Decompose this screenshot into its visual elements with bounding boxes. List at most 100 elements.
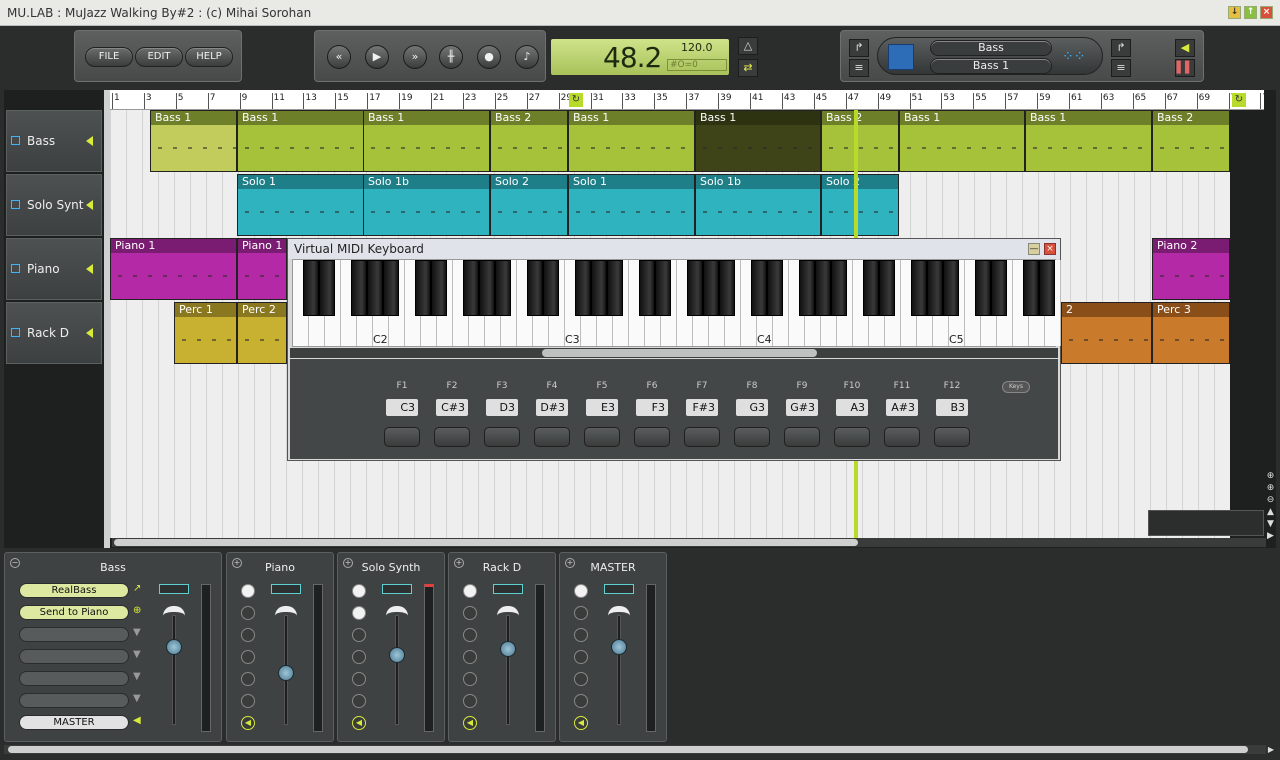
send-toggle[interactable] bbox=[463, 606, 477, 620]
file-button[interactable]: FILE bbox=[85, 47, 133, 67]
send-toggle[interactable] bbox=[463, 584, 477, 598]
note-trigger-button[interactable] bbox=[434, 427, 470, 447]
black-key[interactable] bbox=[463, 260, 479, 316]
clip-bass[interactable]: Bass 1 bbox=[1025, 110, 1152, 172]
track-header-bass[interactable]: Bass bbox=[6, 110, 102, 172]
black-key[interactable] bbox=[655, 260, 671, 316]
pan-indicator[interactable] bbox=[271, 584, 301, 594]
expand-icon[interactable]: + bbox=[454, 558, 464, 568]
clip-bass[interactable]: Bass 1 bbox=[150, 110, 237, 172]
volume-fader-handle[interactable] bbox=[611, 639, 627, 655]
volume-fader-handle[interactable] bbox=[500, 641, 516, 657]
fast-forward-icon[interactable]: » bbox=[403, 45, 427, 69]
clip-piano[interactable]: Piano 1 bbox=[237, 238, 287, 300]
insert-slot[interactable] bbox=[19, 627, 129, 642]
redo-right-icon[interactable]: ↱ bbox=[1111, 39, 1131, 57]
dots-icon[interactable]: ⁘⁘ bbox=[1062, 46, 1094, 68]
note-trigger-button[interactable] bbox=[834, 427, 870, 447]
scroll-thumb[interactable] bbox=[8, 746, 1248, 753]
note-trigger-button[interactable] bbox=[934, 427, 970, 447]
send-toggle[interactable] bbox=[574, 584, 588, 598]
note-field[interactable]: E3 bbox=[586, 399, 618, 416]
dropdown-icon[interactable]: ▼ bbox=[133, 649, 145, 663]
clip-perc[interactable]: Perc 3 bbox=[1152, 302, 1230, 364]
note-field[interactable]: D3 bbox=[486, 399, 518, 416]
note-field[interactable]: G#3 bbox=[786, 399, 818, 416]
insert-slot[interactable] bbox=[19, 693, 129, 708]
volume-fader-handle[interactable] bbox=[166, 639, 182, 655]
black-key[interactable] bbox=[431, 260, 447, 316]
send-toggle[interactable] bbox=[574, 694, 588, 708]
edit-button[interactable]: EDIT bbox=[135, 47, 183, 67]
note-field[interactable]: F#3 bbox=[686, 399, 718, 416]
insert-slot[interactable] bbox=[19, 649, 129, 664]
speaker-icon[interactable]: ◀ bbox=[463, 716, 477, 730]
speaker-icon[interactable] bbox=[86, 264, 93, 274]
expand-icon[interactable]: − bbox=[10, 558, 20, 568]
note-trigger-button[interactable] bbox=[884, 427, 920, 447]
black-key[interactable] bbox=[415, 260, 431, 316]
color-bars-icon[interactable]: ▌▌ bbox=[1175, 59, 1195, 77]
vmk-close-icon[interactable]: × bbox=[1044, 243, 1056, 255]
black-key[interactable] bbox=[607, 260, 623, 316]
volume-fader-track[interactable] bbox=[506, 615, 510, 725]
loop-icon[interactable]: ⇄ bbox=[738, 59, 758, 77]
clip-perc[interactable]: Perc 2 bbox=[237, 302, 287, 364]
black-key[interactable] bbox=[367, 260, 383, 316]
list-right-icon[interactable]: ≡ bbox=[1111, 59, 1131, 77]
black-key[interactable] bbox=[479, 260, 495, 316]
send-toggle[interactable] bbox=[241, 694, 255, 708]
black-key[interactable] bbox=[991, 260, 1007, 316]
arrange-hscroll[interactable] bbox=[112, 538, 1266, 547]
black-key[interactable] bbox=[639, 260, 655, 316]
black-key[interactable] bbox=[383, 260, 399, 316]
clip-piano[interactable]: Piano 2 bbox=[1152, 238, 1230, 300]
track-name-field[interactable]: Bass bbox=[930, 40, 1052, 56]
send-toggle[interactable] bbox=[241, 584, 255, 598]
speaker-icon[interactable] bbox=[86, 200, 93, 210]
clip-solo[interactable]: Solo 2 bbox=[490, 174, 568, 236]
track-header-rack[interactable]: Rack D bbox=[6, 302, 102, 364]
record-icon[interactable]: ● bbox=[477, 45, 501, 69]
note-trigger-button[interactable] bbox=[734, 427, 770, 447]
scroll-right-icon[interactable]: ▶ bbox=[1266, 745, 1276, 755]
send-toggle[interactable] bbox=[352, 606, 366, 620]
send-toggle[interactable] bbox=[241, 672, 255, 686]
volume-fader-handle[interactable] bbox=[389, 647, 405, 663]
track-header-piano[interactable]: Piano bbox=[6, 238, 102, 300]
piano-keys[interactable]: C2 C3 C4 C5 bbox=[292, 259, 1061, 347]
vmk-title-bar[interactable]: Virtual MIDI Keyboard — × bbox=[288, 239, 1060, 259]
clip-bass[interactable]: Bass 2 bbox=[490, 110, 568, 172]
note-trigger-button[interactable] bbox=[584, 427, 620, 447]
clip-piano[interactable]: Piano 1 bbox=[110, 238, 237, 300]
clip-perc[interactable]: Perc 1 bbox=[174, 302, 237, 364]
help-button[interactable]: HELP bbox=[185, 47, 233, 67]
black-key[interactable] bbox=[831, 260, 847, 316]
clip-bass[interactable]: Bass 1 bbox=[695, 110, 821, 172]
instrument-icon[interactable] bbox=[11, 328, 20, 337]
scroll-thumb[interactable] bbox=[542, 349, 817, 357]
note-icon[interactable]: ♪ bbox=[515, 45, 539, 69]
pan-indicator[interactable] bbox=[382, 584, 412, 594]
clip-bass[interactable]: Bass 1 bbox=[899, 110, 1025, 172]
loop-end-icon[interactable]: ↻ bbox=[1232, 93, 1246, 107]
black-key[interactable] bbox=[863, 260, 879, 316]
black-key[interactable] bbox=[927, 260, 943, 316]
dropdown-icon[interactable]: ▼ bbox=[133, 693, 145, 707]
send-toggle[interactable] bbox=[463, 650, 477, 664]
clip-bass[interactable]: Bass 1 bbox=[363, 110, 490, 172]
black-key[interactable] bbox=[319, 260, 335, 316]
note-field[interactable]: A#3 bbox=[886, 399, 918, 416]
black-key[interactable] bbox=[943, 260, 959, 316]
clip-solo[interactable]: Solo 1b bbox=[363, 174, 490, 236]
note-trigger-button[interactable] bbox=[384, 427, 420, 447]
black-key[interactable] bbox=[687, 260, 703, 316]
black-key[interactable] bbox=[495, 260, 511, 316]
insert-slot[interactable] bbox=[19, 671, 129, 686]
clip-name-field[interactable]: Bass 1 bbox=[930, 58, 1052, 74]
black-key[interactable] bbox=[799, 260, 815, 316]
close-icon[interactable]: × bbox=[1260, 6, 1273, 19]
note-field[interactable]: C3 bbox=[386, 399, 418, 416]
send-toggle[interactable] bbox=[574, 650, 588, 664]
minimize-icon[interactable]: ↓ bbox=[1228, 6, 1241, 19]
